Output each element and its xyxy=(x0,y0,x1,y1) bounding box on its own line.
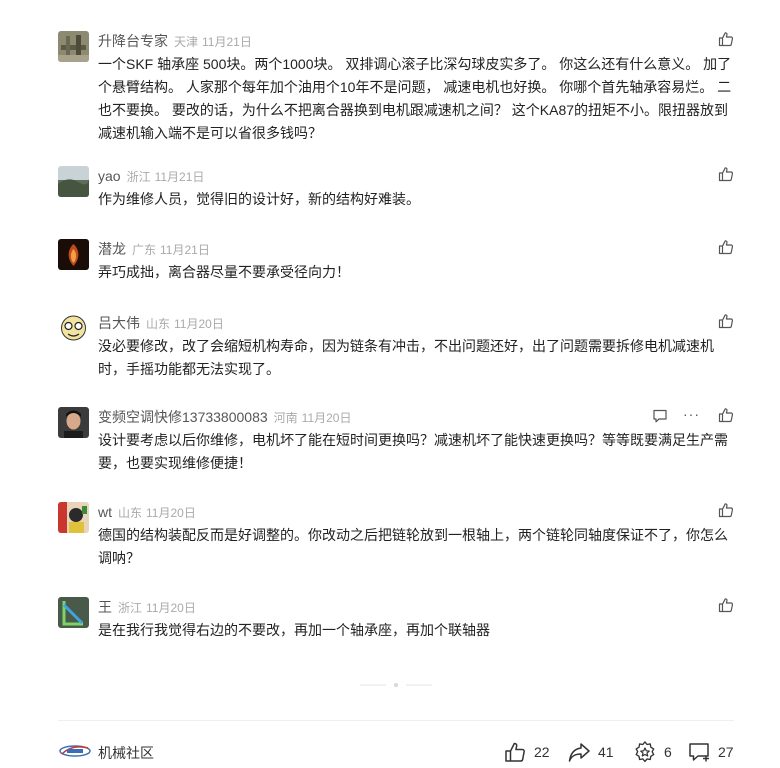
comment-text: 设计要考虑以后你维修，电机坏了能在短时间更换吗？减速机坏了能快速更换吗？等等既要… xyxy=(98,432,728,471)
author-name[interactable]: 升降台专家 xyxy=(98,33,168,49)
favorite-count: 6 xyxy=(664,744,672,760)
author-location: 天津 xyxy=(174,35,199,49)
like-icon[interactable] xyxy=(718,407,734,423)
comment-item: 王浙江 11月20日 是在我行我觉得右边的不要改，再加一个轴承座，再加个联轴器 xyxy=(58,597,738,647)
like-icon[interactable] xyxy=(718,502,734,518)
comment-date: 11月20日 xyxy=(174,317,224,331)
author-name[interactable]: 变频空调快修13733800083 xyxy=(98,409,268,425)
favorite-button[interactable]: 6 xyxy=(634,740,672,764)
like-count: 22 xyxy=(534,744,550,760)
comment-date: 11月20日 xyxy=(301,411,352,425)
comment-item: 吕大伟 山东 11月20日 没必要修改，改了会缩短机构寿命，因为链条有冲击，不出问题… xyxy=(58,313,738,383)
comment-date: 11月20日 xyxy=(146,601,196,615)
share-icon xyxy=(568,743,590,762)
author-name[interactable]: 潜龙 xyxy=(98,241,126,257)
author-location: 广东 xyxy=(132,243,157,257)
comment-header: wt 山东 11月20日 xyxy=(98,502,196,522)
avatar[interactable] xyxy=(58,166,89,197)
comment-header: 吕大伟 山东 11月20日 xyxy=(98,313,224,333)
comment-header: 潜龙 广东 11月21日 xyxy=(98,239,210,259)
comment-date: 11月21日 xyxy=(202,35,252,49)
comment-item: yao 浙江 11月21日 作为维修人员，觉得旧的设计好，新的结构好难装。 xyxy=(58,166,738,216)
brand-logo-icon[interactable] xyxy=(58,742,92,760)
comment-text: 德国的结构装配反而是好调整的。你改动之后把链轮放到一根轴上，两个链轮同轴度保证不… xyxy=(98,527,728,566)
like-icon[interactable] xyxy=(718,239,734,255)
comment-header: 变频空调快修13733800083 河南 11月20日 xyxy=(98,407,351,427)
comment-date: 11月21日 xyxy=(154,170,205,184)
like-icon[interactable] xyxy=(718,166,734,182)
comment-item: wt 山东 11月20日 德国的结构装配反而是好调整的。你改动之后把链轮放到一根轴上… xyxy=(58,502,738,572)
avatar[interactable] xyxy=(58,597,89,628)
comment-header: 王浙江 11月20日 xyxy=(98,597,196,617)
author-name[interactable]: wt xyxy=(98,504,112,520)
author-location: 山东 xyxy=(118,506,143,520)
comment-text: 没必要修改，改了会缩短机构寿命，因为链条有冲击，不出问题还好，出了问题需要拆修电… xyxy=(98,338,714,377)
like-icon[interactable] xyxy=(718,31,734,47)
author-location: 山东 xyxy=(146,317,171,331)
comment-text: 是在我行我觉得右边的不要改，再加一个轴承座，再加个联轴器 xyxy=(98,622,490,638)
comment-text: 一个SKF 轴承座 500块。两个1000块。 双排调心滚子比深勾球皮实多了。 … xyxy=(98,56,732,141)
list-end-separator xyxy=(360,683,432,687)
like-icon[interactable] xyxy=(718,597,734,613)
author-location: 河南 xyxy=(273,411,298,425)
like-button[interactable]: 22 xyxy=(504,740,550,764)
author-location: 浙江 xyxy=(126,170,151,184)
author-location: 浙江 xyxy=(118,601,143,615)
comment-header: 升降台专家 天津 11月21日 xyxy=(98,31,252,51)
share-button[interactable]: 41 xyxy=(568,740,614,764)
avatar[interactable] xyxy=(58,407,89,438)
author-name[interactable]: 吕大伟 xyxy=(98,315,140,331)
avatar[interactable] xyxy=(58,239,89,270)
thumbs-up-icon xyxy=(505,742,525,762)
comment-item: 变频空调快修13733800083 河南 11月20日 ··· 设计要考虑以后你维修… xyxy=(58,407,738,477)
reply-icon[interactable] xyxy=(652,408,668,424)
more-options-icon[interactable]: ··· xyxy=(683,407,700,421)
footer-bar: 机械社区 22 41 6 27 xyxy=(58,738,748,766)
footer-divider xyxy=(58,720,734,721)
avatar[interactable] xyxy=(58,31,89,62)
star-badge-icon xyxy=(635,741,655,763)
avatar[interactable] xyxy=(58,313,89,344)
author-name[interactable]: yao xyxy=(98,168,121,184)
comment-item: 潜龙 广东 11月21日 弄巧成拙，离合器尽量不要承受径向力！ xyxy=(58,239,738,289)
comment-header: yao 浙江 11月21日 xyxy=(98,166,204,186)
brand-name[interactable]: 机械社区 xyxy=(98,743,154,763)
comment-date: 11月20日 xyxy=(146,506,196,520)
comment-text: 作为维修人员，觉得旧的设计好，新的结构好难装。 xyxy=(98,191,420,207)
comment-button[interactable]: 27 xyxy=(688,740,734,764)
avatar[interactable] xyxy=(58,502,89,533)
comment-date: 11月21日 xyxy=(160,243,210,257)
author-name[interactable]: 王 xyxy=(98,599,112,615)
share-count: 41 xyxy=(598,744,614,760)
like-icon[interactable] xyxy=(718,313,734,329)
comment-bubble-icon xyxy=(689,743,709,762)
comment-count: 27 xyxy=(718,744,734,760)
comment-item: 升降台专家 天津 11月21日 一个SKF 轴承座 500块。两个1000块。 双排… xyxy=(58,31,738,141)
comment-text: 弄巧成拙，离合器尽量不要承受径向力！ xyxy=(98,264,350,280)
